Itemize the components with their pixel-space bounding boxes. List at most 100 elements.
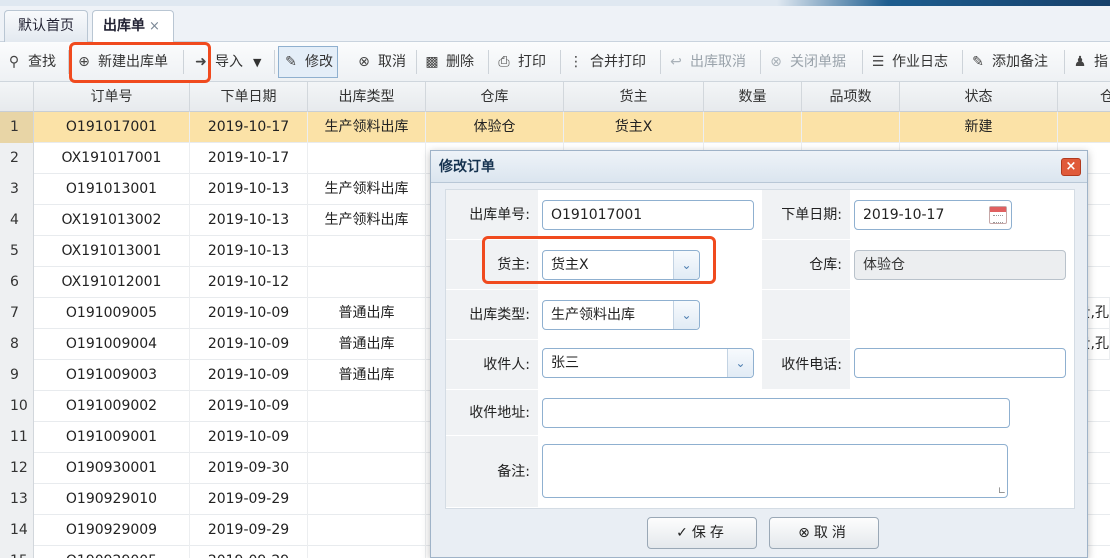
trash-icon: ▩ bbox=[425, 54, 439, 70]
cell-order-no: OX191013002 bbox=[34, 205, 190, 236]
cell-order-no: O191009003 bbox=[34, 360, 190, 391]
cell-outbound-type: 普通出库 bbox=[308, 329, 426, 360]
save-button[interactable]: ✓ 保存 bbox=[647, 517, 757, 549]
col-owner[interactable]: 货主 bbox=[564, 82, 704, 112]
import-button[interactable]: ➜ 导入 ▼ bbox=[193, 47, 261, 77]
row-number: 7 bbox=[0, 298, 34, 329]
row-number: 6 bbox=[0, 267, 34, 298]
plus-circle-icon: ⊕ bbox=[78, 54, 90, 70]
add-note-button[interactable]: ✎ 添加备注 bbox=[970, 47, 1048, 77]
import-label: 导入 bbox=[215, 54, 243, 70]
col-outbound-type[interactable]: 出库类型 bbox=[308, 82, 426, 112]
search-button[interactable]: ⚲ 查找 bbox=[6, 47, 56, 77]
check-circle-icon: ✓ bbox=[676, 525, 688, 541]
dialog-cancel-button[interactable]: ⊗ 取消 bbox=[769, 517, 879, 549]
cell-order-date: 2019-10-13 bbox=[190, 205, 308, 236]
owner-select[interactable]: 货主X ⌄ bbox=[542, 250, 700, 280]
cell-item-count bbox=[802, 112, 900, 143]
outbound-type-select[interactable]: 生产领料出库 ⌄ bbox=[542, 300, 700, 330]
dialog-button-bar: ✓ 保存 ⊗ 取消 bbox=[431, 513, 1087, 557]
cell-order-no: OX191012001 bbox=[34, 267, 190, 298]
pencil-icon: ✎ bbox=[972, 54, 984, 70]
warehouse-field: 体验仓 bbox=[854, 250, 1066, 280]
col-order-no[interactable]: 订单号 bbox=[34, 82, 190, 112]
outbound-cancel-button[interactable]: ↩ 出库取消 bbox=[668, 47, 746, 77]
cell-order-date: 2019-10-09 bbox=[190, 391, 308, 422]
delete-button[interactable]: ▩ 删除 bbox=[424, 47, 474, 77]
calendar-icon[interactable] bbox=[989, 206, 1007, 224]
address-field[interactable] bbox=[542, 398, 1010, 428]
label-address: 收件地址: bbox=[446, 390, 538, 436]
cell-owner: 货主X bbox=[564, 112, 704, 143]
cell-order-no: O191009004 bbox=[34, 329, 190, 360]
work-log-label: 作业日志 bbox=[892, 54, 948, 70]
dialog-close-button[interactable]: × bbox=[1061, 158, 1081, 176]
print-button[interactable]: ⎙ 打印 bbox=[496, 47, 546, 77]
row-number: 2 bbox=[0, 143, 34, 174]
chevron-down-icon[interactable]: ⌄ bbox=[673, 251, 699, 279]
work-log-button[interactable]: ☰ 作业日志 bbox=[870, 47, 948, 77]
chevron-down-icon[interactable]: ⌄ bbox=[673, 301, 699, 329]
tab-strip: 默认首页 出库单 × bbox=[0, 0, 1110, 43]
resize-handle-icon[interactable]: ∟ bbox=[998, 486, 1006, 497]
phone-field[interactable] bbox=[854, 348, 1066, 378]
tab-home[interactable]: 默认首页 bbox=[4, 10, 88, 42]
edit-button[interactable]: ✎ 修改 bbox=[278, 46, 338, 78]
print-label: 打印 bbox=[518, 54, 546, 70]
order-no-field[interactable]: O191017001 bbox=[542, 200, 754, 230]
cell-order-no: O191013001 bbox=[34, 174, 190, 205]
chevron-down-icon: ▼ bbox=[253, 56, 262, 69]
cell-extra: 贵,孔 bbox=[1088, 329, 1110, 360]
row-number: 11 bbox=[0, 422, 34, 453]
col-status[interactable]: 状态 bbox=[900, 82, 1058, 112]
col-extra[interactable]: 仓 bbox=[1058, 82, 1110, 112]
outbound-cancel-label: 出库取消 bbox=[690, 54, 746, 70]
new-outbound-button[interactable]: ⊕ 新建出库单 bbox=[76, 47, 168, 77]
col-order-date[interactable]: 下单日期 bbox=[190, 82, 308, 112]
merge-print-button[interactable]: ⋮ 合并打印 bbox=[568, 47, 646, 77]
cancel-circle-icon: ⊗ bbox=[358, 54, 370, 70]
chevron-down-icon[interactable]: ⌄ bbox=[727, 349, 753, 377]
grid-header: 订单号 下单日期 出库类型 仓库 货主 数量 品项数 状态 仓 bbox=[0, 82, 1110, 112]
table-row[interactable]: 1 O191017001 2019-10-17 生产领料出库 体验仓 货主X 新建 bbox=[0, 112, 1110, 143]
outbound-type-value: 生产领料出库 bbox=[551, 307, 635, 323]
cell-order-no: O190930001 bbox=[34, 453, 190, 484]
tab-outbound-label: 出库单 bbox=[103, 18, 145, 34]
empty-label-cell bbox=[762, 290, 850, 340]
toolbar-divider bbox=[183, 50, 184, 74]
tab-home-label: 默认首页 bbox=[18, 18, 74, 34]
col-warehouse[interactable]: 仓库 bbox=[426, 82, 564, 112]
owner-value: 货主X bbox=[551, 257, 589, 273]
close-circle-icon: ⊗ bbox=[770, 54, 782, 70]
toolbar: ⚲ 查找 ⊕ 新建出库单 ➜ 导入 ▼ ✎ 修改 ⊗ 取消 ▩ 删除 ⎙ 打印 ⋮ 合并打印 ↩ 出… bbox=[0, 42, 1110, 82]
receiver-select[interactable]: 张三 ⌄ bbox=[542, 348, 754, 378]
row-number: 8 bbox=[0, 329, 34, 360]
edit-label: 修改 bbox=[305, 54, 333, 70]
dialog-cancel-label: 取消 bbox=[813, 525, 850, 541]
cell-outbound-type: 生产领料出库 bbox=[308, 205, 426, 236]
col-item-count[interactable]: 品项数 bbox=[802, 82, 900, 112]
note-textarea[interactable]: ∟ bbox=[542, 444, 1008, 498]
col-quantity[interactable]: 数量 bbox=[704, 82, 802, 112]
assign-button[interactable]: ♟ 指 bbox=[1072, 47, 1108, 77]
close-doc-button[interactable]: ⊗ 关闭单据 bbox=[768, 47, 846, 77]
close-icon[interactable]: × bbox=[149, 19, 160, 34]
label-order-no: 出库单号: bbox=[446, 190, 538, 240]
tab-outbound[interactable]: 出库单 × bbox=[92, 10, 174, 43]
receiver-value: 张三 bbox=[551, 355, 579, 371]
cancel-button[interactable]: ⊗ 取消 bbox=[356, 47, 406, 77]
row-number: 1 bbox=[0, 112, 34, 143]
undo-arrow-icon: ↩ bbox=[670, 54, 682, 70]
order-date-field[interactable]: 2019-10-17 bbox=[854, 200, 1012, 230]
toolbar-divider bbox=[274, 50, 275, 74]
cell-outbound-type: 生产领料出库 bbox=[308, 174, 426, 205]
toolbar-divider bbox=[488, 50, 489, 74]
cell-order-date: 2019-09-29 bbox=[190, 546, 308, 558]
cell-order-no: O190929005 bbox=[34, 546, 190, 558]
cell-outbound-type bbox=[308, 453, 426, 484]
row-number: 12 bbox=[0, 453, 34, 484]
label-receiver: 收件人: bbox=[446, 340, 538, 390]
cancel-circle-icon: ⊗ bbox=[798, 525, 810, 541]
cell-order-date: 2019-10-13 bbox=[190, 236, 308, 267]
label-order-date: 下单日期: bbox=[762, 190, 850, 240]
